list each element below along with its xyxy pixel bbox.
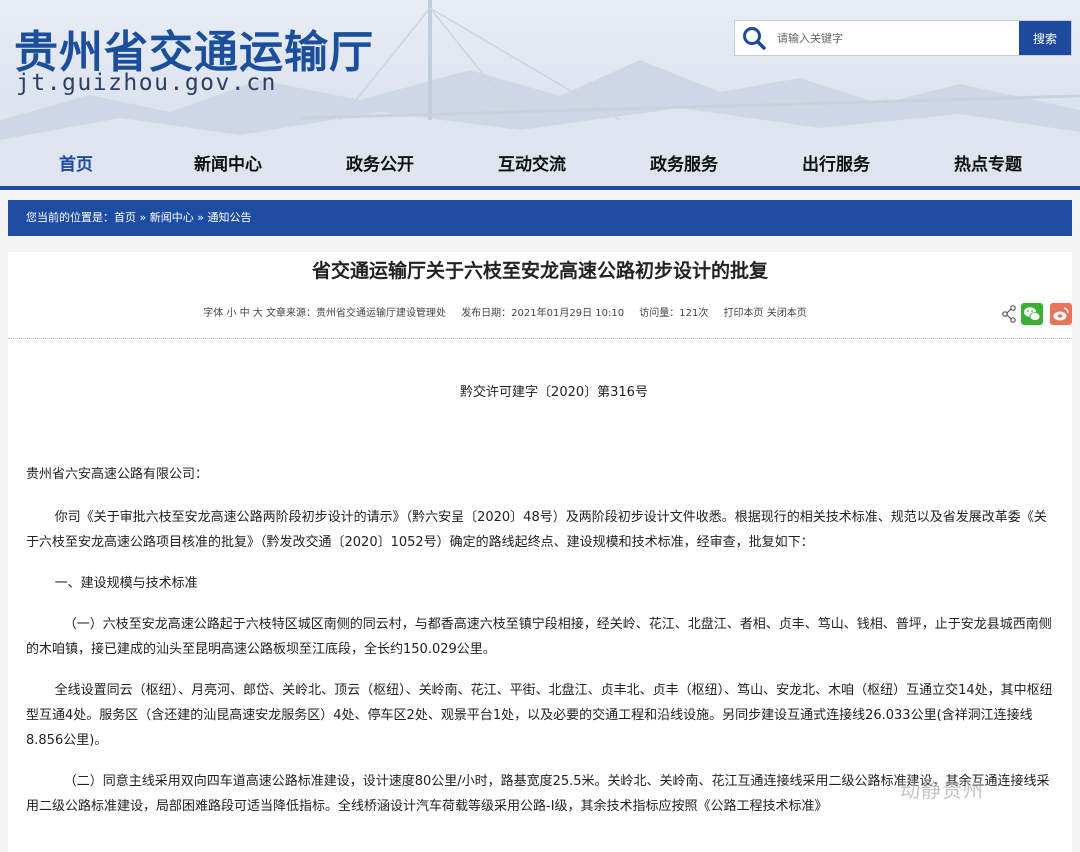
print-link[interactable]: 打印本页: [724, 308, 764, 319]
nav-item-interaction[interactable]: 互动交流: [456, 146, 608, 184]
font-size-medium[interactable]: 中: [240, 308, 250, 319]
section-heading: 一、建设规模与技术标准: [54, 576, 198, 591]
weibo-share-icon[interactable]: [1050, 303, 1072, 325]
font-size-large[interactable]: 大: [253, 308, 263, 319]
body-paragraph: （一）六枝至安龙高速公路起于六枝特区城区南侧的同云村，与都香高速六枝至镇宁段相接…: [26, 617, 1052, 657]
search-box: 搜索: [734, 20, 1072, 56]
breadcrumb-news-link[interactable]: 新闻中心: [150, 211, 194, 224]
addressee: 贵州省六安高速公路有限公司：: [26, 467, 209, 482]
publish-date: 发布日期：2021年01月29日 10:10: [461, 308, 625, 319]
breadcrumb-home-link[interactable]: 首页: [114, 211, 136, 224]
document-number: 黔交许可建字〔2020〕第316号: [460, 385, 648, 400]
breadcrumb-separator: »: [136, 211, 150, 224]
nav-item-travel[interactable]: 出行服务: [760, 146, 912, 184]
search-icon: [743, 27, 766, 50]
nav-item-government-affairs[interactable]: 政务公开: [304, 146, 456, 184]
breadcrumb-prefix: 您当前的位置是：: [26, 211, 114, 224]
breadcrumb-notice-link[interactable]: 通知公告: [207, 211, 251, 224]
view-count: 访问量：121次: [639, 308, 709, 319]
breadcrumb-separator: »: [193, 211, 208, 224]
wechat-share-icon[interactable]: [1021, 303, 1043, 325]
article-body: 贵州省六安高速公路有限公司： 你司《关于审批六枝至安龙高速公路两阶段初步设计的请…: [26, 462, 1056, 819]
breadcrumb: 您当前的位置是：首页 » 新闻中心 » 通知公告: [8, 200, 1072, 236]
search-input[interactable]: [775, 27, 1009, 49]
site-header: 贵州省交通运输厅 jt.guizhou.gov.cn 搜索 首页 新闻中心 政务…: [0, 0, 1080, 190]
watermark-logo: 动静贵州: [900, 778, 984, 802]
main-nav: 首页 新闻中心 政务公开 互动交流 政务服务 出行服务 热点专题: [0, 146, 1080, 184]
article-source: 文章来源：贵州省交通运输厅建设管理处: [266, 308, 446, 319]
nav-item-news[interactable]: 新闻中心: [152, 146, 304, 184]
nav-item-home[interactable]: 首页: [0, 146, 152, 184]
share-icon[interactable]: [1001, 303, 1017, 325]
body-paragraph: 你司《关于审批六枝至安龙高速公路两阶段初步设计的请示》（黔六安呈〔2020〕48…: [26, 510, 1047, 550]
article-meta: 字体 小 中 大 文章来源：贵州省交通运输厅建设管理处 发布日期：2021年01…: [0, 304, 1010, 319]
nav-item-topics[interactable]: 热点专题: [912, 146, 1064, 184]
site-url: jt.guizhou.gov.cn: [16, 70, 277, 96]
meta-divider: [8, 338, 1072, 339]
body-paragraph: 全线设置同云（枢纽）、月亮河、郎岱、关岭北、顶云（枢纽）、关岭南、花江、平街、北…: [26, 683, 1053, 748]
font-size-small[interactable]: 小: [226, 308, 236, 319]
close-link[interactable]: 关闭本页: [767, 308, 807, 319]
font-size-label: 字体: [203, 308, 224, 319]
search-button[interactable]: 搜索: [1019, 21, 1071, 55]
article-title: 省交通运输厅关于六枝至安龙高速公路初步设计的批复: [311, 260, 768, 282]
nav-divider: [0, 186, 1080, 190]
nav-item-services[interactable]: 政务服务: [608, 146, 760, 184]
